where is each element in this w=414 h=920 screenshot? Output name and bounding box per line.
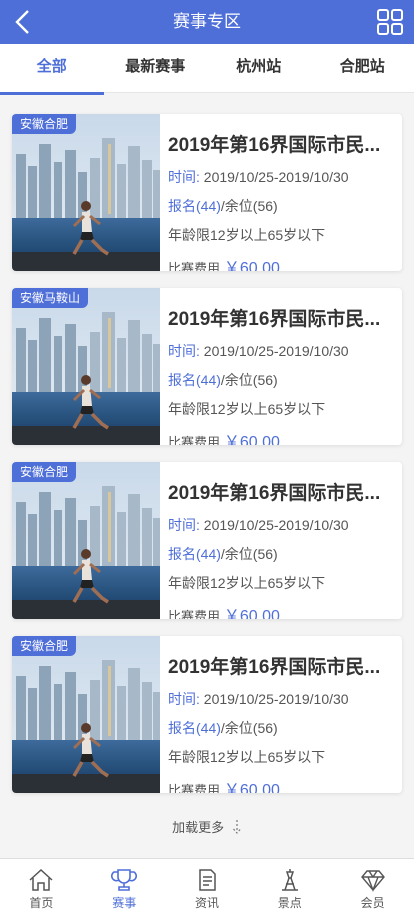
event-list: 安徽合肥 2019年第16界国际市民... 时间: 2019/10/25-201… <box>12 114 402 810</box>
event-info: 2019年第16界国际市民... 时间: 2019/10/25-2019/10/… <box>168 288 392 445</box>
remaining-seats: /余位(56) <box>220 546 278 562</box>
location-badge: 安徽合肥 <box>12 114 77 134</box>
time-value: 2019/10/25-2019/10/30 <box>203 169 349 185</box>
tabbar-news-label: 资讯 <box>194 896 219 910</box>
remaining-seats: /余位(56) <box>220 720 278 736</box>
event-title: 2019年第16界国际市民... <box>168 309 381 330</box>
event-info: 2019年第16界国际市民... 时间: 2019/10/25-2019/10/… <box>168 462 392 619</box>
tab-hefei[interactable]: 合肥站 <box>311 44 414 92</box>
event-fee: 比赛费用 ￥60.00 <box>168 602 392 619</box>
signup-count[interactable]: 报名(44) <box>168 372 221 388</box>
event-time: 时间: 2019/10/25-2019/10/30 <box>168 341 392 361</box>
event-time: 时间: 2019/10/25-2019/10/30 <box>168 689 392 709</box>
fee-value: ￥60.00 <box>223 782 280 793</box>
tabbar-member[interactable]: 会员 <box>331 859 414 920</box>
category-tabs: 全部 最新赛事 杭州站 合肥站 <box>0 44 414 95</box>
tower-icon <box>281 869 298 891</box>
tabbar-home[interactable]: 首页 <box>0 859 83 920</box>
event-title: 2019年第16界国际市民... <box>168 483 381 504</box>
fee-label: 比赛费用 <box>168 435 221 445</box>
fee-value: ￥60.00 <box>223 608 280 619</box>
event-time: 时间: 2019/10/25-2019/10/30 <box>168 515 392 535</box>
remaining-seats: /余位(56) <box>220 198 278 214</box>
fee-label: 比赛费用 <box>168 261 221 271</box>
event-fee: 比赛费用 ￥60.00 <box>168 254 392 271</box>
fee-value: ￥60.00 <box>223 434 280 445</box>
tab-latest[interactable]: 最新赛事 <box>104 44 208 92</box>
event-fee: 比赛费用 ￥60.00 <box>168 776 392 793</box>
tab-hangzhou[interactable]: 杭州站 <box>207 44 311 92</box>
bottom-tab-bar: 首页 赛事 资讯 景点 会员 <box>0 858 414 920</box>
event-fee: 比赛费用 ￥60.00 <box>168 428 392 445</box>
tabbar-events-label: 赛事 <box>112 896 137 910</box>
fee-label: 比赛费用 <box>168 609 221 619</box>
signup-count[interactable]: 报名(44) <box>168 546 221 562</box>
age-limit: 年龄限12岁以上65岁以下 <box>168 749 326 765</box>
home-icon <box>29 868 53 891</box>
time-value: 2019/10/25-2019/10/30 <box>203 691 349 707</box>
time-label: 时间: <box>168 691 200 707</box>
event-info: 2019年第16界国际市民... 时间: 2019/10/25-2019/10/… <box>168 636 392 793</box>
event-title: 2019年第16界国际市民... <box>168 135 381 156</box>
trophy-icon <box>111 869 138 891</box>
location-badge: 安徽合肥 <box>12 636 77 656</box>
event-image: 安徽合肥 <box>12 636 160 793</box>
tabbar-news[interactable]: 资讯 <box>166 859 249 920</box>
event-seats: 报名(44)/余位(56) <box>168 370 392 390</box>
remaining-seats: /余位(56) <box>220 372 278 388</box>
tabbar-events[interactable]: 赛事 <box>83 859 166 920</box>
age-limit: 年龄限12岁以上65岁以下 <box>168 227 326 243</box>
time-value: 2019/10/25-2019/10/30 <box>203 343 349 359</box>
load-more-button[interactable]: 加载更多 <box>0 817 414 839</box>
event-info: 2019年第16界国际市民... 时间: 2019/10/25-2019/10/… <box>168 114 392 271</box>
event-card[interactable]: 安徽合肥 2019年第16界国际市民... 时间: 2019/10/25-201… <box>12 114 402 271</box>
age-limit: 年龄限12岁以上65岁以下 <box>168 401 326 417</box>
location-badge: 安徽马鞍山 <box>12 288 89 308</box>
signup-count[interactable]: 报名(44) <box>168 198 221 214</box>
app-header: 赛事专区 <box>0 0 414 44</box>
grid-menu-icon[interactable] <box>376 8 404 36</box>
event-card[interactable]: 安徽马鞍山 2019年第16界国际市民... 时间: 2019/10/25-20… <box>12 288 402 445</box>
event-seats: 报名(44)/余位(56) <box>168 196 392 216</box>
time-label: 时间: <box>168 169 200 185</box>
time-label: 时间: <box>168 517 200 533</box>
tabbar-sights-label: 景点 <box>277 896 302 910</box>
tabbar-sights[interactable]: 景点 <box>248 859 331 920</box>
fee-value: ￥60.00 <box>223 260 280 271</box>
event-title: 2019年第16界国际市民... <box>168 657 381 678</box>
tabbar-member-label: 会员 <box>360 896 385 910</box>
event-image: 安徽合肥 <box>12 462 160 619</box>
event-seats: 报名(44)/余位(56) <box>168 718 392 738</box>
time-value: 2019/10/25-2019/10/30 <box>203 517 349 533</box>
event-time: 时间: 2019/10/25-2019/10/30 <box>168 167 392 187</box>
document-icon <box>199 869 216 891</box>
event-image: 安徽马鞍山 <box>12 288 160 445</box>
time-label: 时间: <box>168 343 200 359</box>
diamond-icon <box>360 870 385 892</box>
tab-all[interactable]: 全部 <box>0 44 104 95</box>
event-seats: 报名(44)/余位(56) <box>168 544 392 564</box>
event-card[interactable]: 安徽合肥 2019年第16界国际市民... 时间: 2019/10/25-201… <box>12 462 402 619</box>
event-image: 安徽合肥 <box>12 114 160 271</box>
signup-count[interactable]: 报名(44) <box>168 720 221 736</box>
age-limit: 年龄限12岁以上65岁以下 <box>168 575 326 591</box>
tabbar-home-label: 首页 <box>29 896 54 910</box>
load-more-label: 加载更多 <box>172 820 225 835</box>
event-card[interactable]: 安徽合肥 2019年第16界国际市民... 时间: 2019/10/25-201… <box>12 636 402 793</box>
fee-label: 比赛费用 <box>168 783 221 793</box>
chevron-down-icon <box>232 818 242 839</box>
location-badge: 安徽合肥 <box>12 462 77 482</box>
page-title: 赛事专区 <box>173 12 241 31</box>
